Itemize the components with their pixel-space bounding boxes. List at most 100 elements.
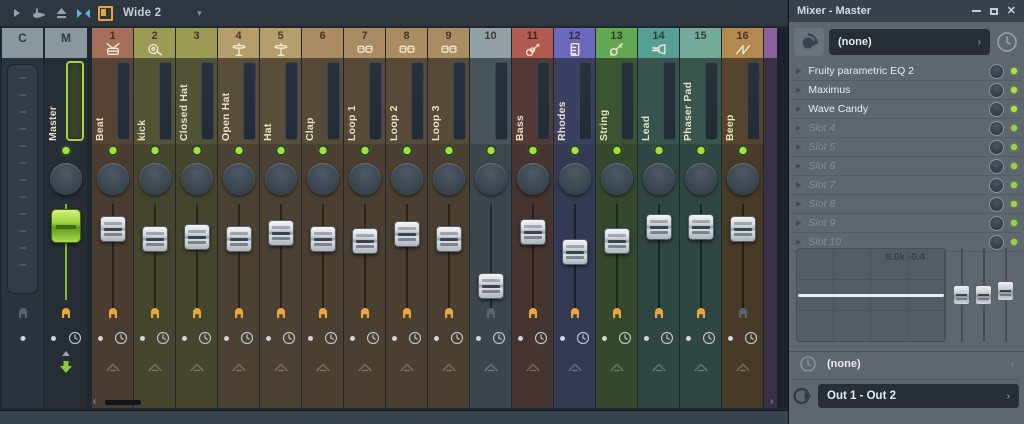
slot-enable-led[interactable] bbox=[1011, 220, 1017, 226]
slot-expand-icon[interactable]: ▶ bbox=[796, 124, 801, 132]
volume-fader[interactable] bbox=[393, 220, 420, 247]
pan-knob[interactable] bbox=[726, 163, 759, 195]
channel-header[interactable]: 12 bbox=[554, 28, 595, 58]
clock-icon[interactable] bbox=[68, 331, 82, 345]
mute-led[interactable] bbox=[655, 147, 662, 154]
slot-enable-led[interactable] bbox=[1011, 106, 1017, 112]
fx-plug-icon[interactable] bbox=[484, 305, 498, 321]
send-arrow-icon[interactable] bbox=[189, 362, 205, 372]
send-arrow-icon[interactable] bbox=[231, 362, 247, 372]
mixer-channel[interactable]: 10 bbox=[470, 28, 511, 408]
slot-mix-knob[interactable] bbox=[989, 215, 1004, 231]
pan-knob[interactable] bbox=[138, 163, 171, 195]
scroll-up-icon[interactable] bbox=[62, 351, 70, 356]
clock-icon[interactable] bbox=[576, 331, 590, 345]
record-dot[interactable] bbox=[51, 336, 56, 341]
partial-channel[interactable] bbox=[764, 28, 777, 408]
volume-fader[interactable] bbox=[99, 215, 126, 242]
pan-knob[interactable] bbox=[558, 163, 591, 195]
mixer-channel[interactable]: 6 Clap bbox=[302, 28, 343, 408]
fx-slot[interactable]: ▶ Slot 6 bbox=[791, 157, 1022, 176]
record-dot[interactable] bbox=[224, 336, 229, 341]
mute-led[interactable] bbox=[571, 147, 578, 154]
send-arrow-icon[interactable] bbox=[735, 362, 751, 372]
record-dot[interactable] bbox=[266, 336, 271, 341]
clock-icon[interactable] bbox=[408, 331, 422, 345]
mixer-channel[interactable]: 9 Loop 3 bbox=[428, 28, 469, 408]
pan-knob[interactable] bbox=[222, 163, 255, 195]
eq-band-fader-high[interactable] bbox=[996, 248, 1016, 342]
mute-led[interactable] bbox=[151, 147, 158, 154]
channel-header[interactable]: 16 bbox=[722, 28, 763, 58]
eq-band-fader-mid[interactable] bbox=[974, 248, 994, 342]
slot-expand-icon[interactable]: ▶ bbox=[796, 143, 801, 151]
mixer-channel[interactable]: 13 String bbox=[596, 28, 637, 408]
fx-plug-icon[interactable] bbox=[610, 305, 624, 321]
insert-dropdown[interactable]: (none) › bbox=[829, 29, 990, 55]
record-dot[interactable] bbox=[350, 336, 355, 341]
pan-knob[interactable] bbox=[180, 163, 213, 195]
channel-header[interactable]: 10 bbox=[470, 28, 511, 58]
slot-expand-icon[interactable]: ▶ bbox=[796, 86, 801, 94]
volume-fader[interactable] bbox=[729, 215, 756, 242]
mute-led[interactable] bbox=[109, 147, 116, 154]
output-dropdown[interactable]: Out 1 - Out 2 › bbox=[818, 384, 1019, 408]
send-arrow-icon[interactable] bbox=[399, 362, 415, 372]
clock-icon[interactable] bbox=[450, 331, 464, 345]
send-arrow-icon[interactable] bbox=[315, 362, 331, 372]
clock-icon[interactable] bbox=[492, 331, 506, 345]
volume-fader[interactable] bbox=[183, 224, 210, 251]
eq-graph[interactable]: 8.0k -0.4 bbox=[796, 248, 946, 342]
pan-knob[interactable] bbox=[264, 163, 297, 195]
mute-led[interactable] bbox=[277, 147, 284, 154]
mixer-channel[interactable]: 1 Beat bbox=[92, 28, 133, 408]
slot-enable-led[interactable] bbox=[1011, 182, 1017, 188]
audio-output-icon[interactable] bbox=[792, 385, 814, 407]
fx-slot[interactable]: ▶ Fruity parametric EQ 2 bbox=[791, 62, 1022, 81]
fx-plug-icon[interactable] bbox=[106, 305, 120, 321]
pan-knob[interactable] bbox=[432, 163, 465, 195]
eq-band-fader-low[interactable] bbox=[952, 248, 972, 342]
clock-icon[interactable] bbox=[240, 331, 254, 345]
slot-enable-led[interactable] bbox=[1011, 68, 1017, 74]
send-arrow-icon[interactable] bbox=[441, 362, 457, 372]
fx-plug-icon[interactable] bbox=[694, 305, 708, 321]
fx-plug-icon[interactable] bbox=[232, 305, 246, 321]
slot-enable-led[interactable] bbox=[1011, 125, 1017, 131]
channel-header[interactable]: 1 bbox=[92, 28, 133, 58]
clock-icon[interactable] bbox=[282, 331, 296, 345]
panel-titlebar[interactable]: Mixer - Master ✕ bbox=[789, 0, 1024, 22]
record-dot[interactable] bbox=[728, 336, 733, 341]
clock-icon[interactable] bbox=[744, 331, 758, 345]
channel-header[interactable]: 15 bbox=[680, 28, 721, 58]
mute-led[interactable] bbox=[613, 147, 620, 154]
mute-led[interactable] bbox=[529, 147, 536, 154]
mute-led[interactable] bbox=[193, 147, 200, 154]
send-arrow-icon[interactable] bbox=[357, 362, 373, 372]
slot-expand-icon[interactable]: ▶ bbox=[796, 181, 801, 189]
eq-curve[interactable] bbox=[798, 294, 944, 297]
volume-fader[interactable] bbox=[603, 228, 630, 255]
record-dot[interactable] bbox=[182, 336, 187, 341]
clock-icon[interactable] bbox=[366, 331, 380, 345]
volume-fader[interactable] bbox=[309, 225, 336, 252]
volume-fader[interactable] bbox=[477, 272, 504, 299]
mixer-channel[interactable]: 14 Lead bbox=[638, 28, 679, 408]
record-dot[interactable] bbox=[476, 336, 481, 341]
record-dot[interactable] bbox=[602, 336, 607, 341]
route-down-arrow-icon[interactable] bbox=[58, 360, 74, 374]
detach-arrows-icon[interactable] bbox=[73, 3, 93, 23]
mixer-channel[interactable]: 8 Loop 2 bbox=[386, 28, 427, 408]
master-track-column[interactable]: M Master bbox=[45, 28, 87, 408]
fx-slot[interactable]: ▶ Slot 5 bbox=[791, 138, 1022, 157]
clock-icon[interactable] bbox=[618, 331, 632, 345]
plugin-picker-icon[interactable] bbox=[794, 28, 824, 56]
slot-enable-led[interactable] bbox=[1011, 87, 1017, 93]
mute-led[interactable] bbox=[361, 147, 368, 154]
mixer-channel[interactable]: 4 Open Hat bbox=[218, 28, 259, 408]
mute-led[interactable] bbox=[445, 147, 452, 154]
time-slot-row[interactable]: (none) › bbox=[789, 351, 1024, 376]
mixer-channel[interactable]: 16 Beep bbox=[722, 28, 763, 408]
mute-led[interactable] bbox=[739, 147, 746, 154]
clock-icon[interactable] bbox=[324, 331, 338, 345]
